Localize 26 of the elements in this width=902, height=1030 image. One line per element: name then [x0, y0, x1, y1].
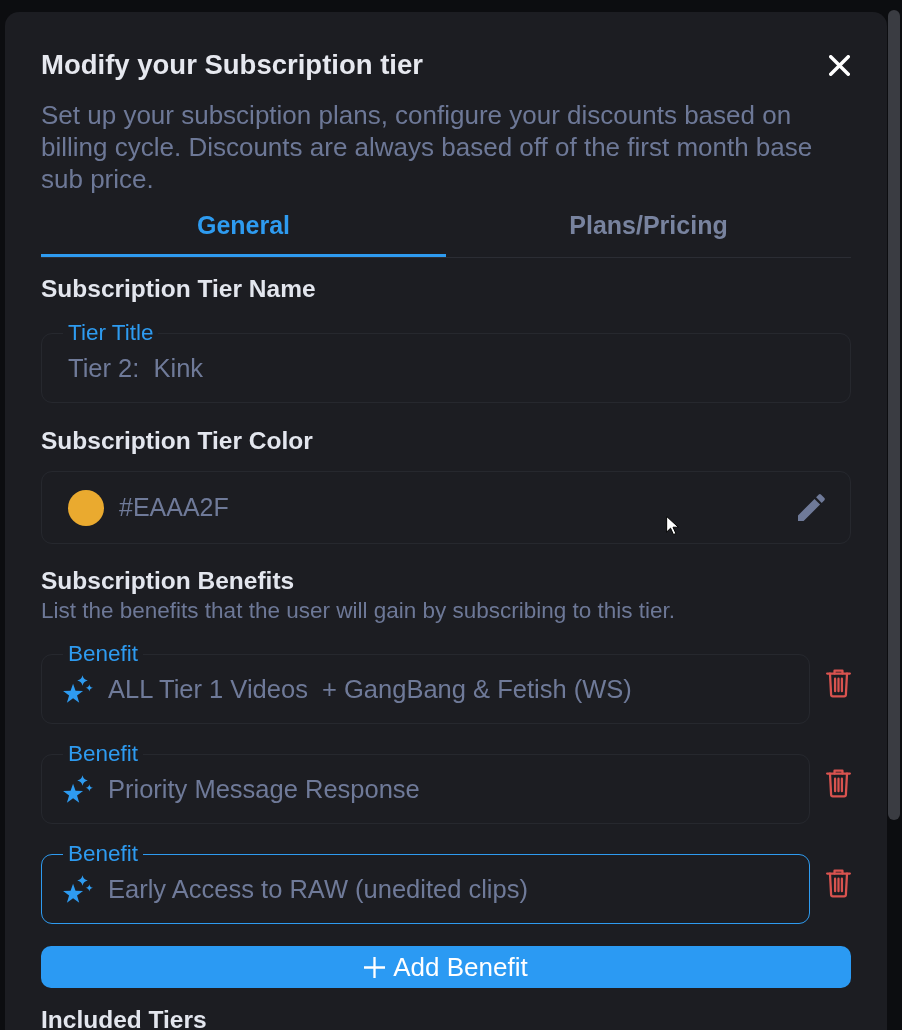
mouse-pointer-icon [666, 516, 679, 535]
dialog-description: Set up your subsciption plans, configure your discounts based on billing cycle. Discounts are always based off of the first month base sub price. [41, 99, 814, 195]
scrollbar-thumb[interactable] [888, 10, 900, 820]
tab[interactable]: General [41, 195, 446, 257]
tier-title-input[interactable]: Tier 2: Kink [68, 348, 829, 388]
plus-icon [364, 956, 386, 978]
trash-icon[interactable] [826, 668, 851, 698]
add-benefit-button[interactable]: Add Benefit [41, 946, 851, 988]
benefit-input[interactable]: Early Access to RAW (unedited clips) [108, 869, 788, 909]
section-hint: List the benefits that the user will gain by subscribing to this tier. [41, 599, 677, 623]
sparkle-icon [63, 875, 93, 903]
section-heading: Included Tiers [41, 1008, 208, 1030]
sparkle-icon [63, 675, 93, 703]
section-heading: Subscription Tier Name [41, 275, 317, 303]
tab[interactable]: Plans/Pricing [446, 195, 851, 257]
pencil-icon[interactable] [798, 494, 825, 521]
benefit-input[interactable]: Priority Message Response [108, 769, 788, 809]
color-value-text: #EAAA2F [119, 491, 229, 523]
sparkle-icon [63, 775, 93, 803]
trash-icon[interactable] [826, 768, 851, 798]
benefit-input[interactable]: ALL Tier 1 Videos + GangBang & Fetish (WS) [108, 669, 788, 709]
close-icon[interactable] [829, 54, 850, 76]
trash-icon[interactable] [826, 868, 851, 898]
section-heading: Subscription Tier Color [41, 427, 314, 455]
section-heading: Subscription Benefits [41, 567, 296, 595]
dialog-title: Modify your Subscription tier [41, 49, 423, 81]
